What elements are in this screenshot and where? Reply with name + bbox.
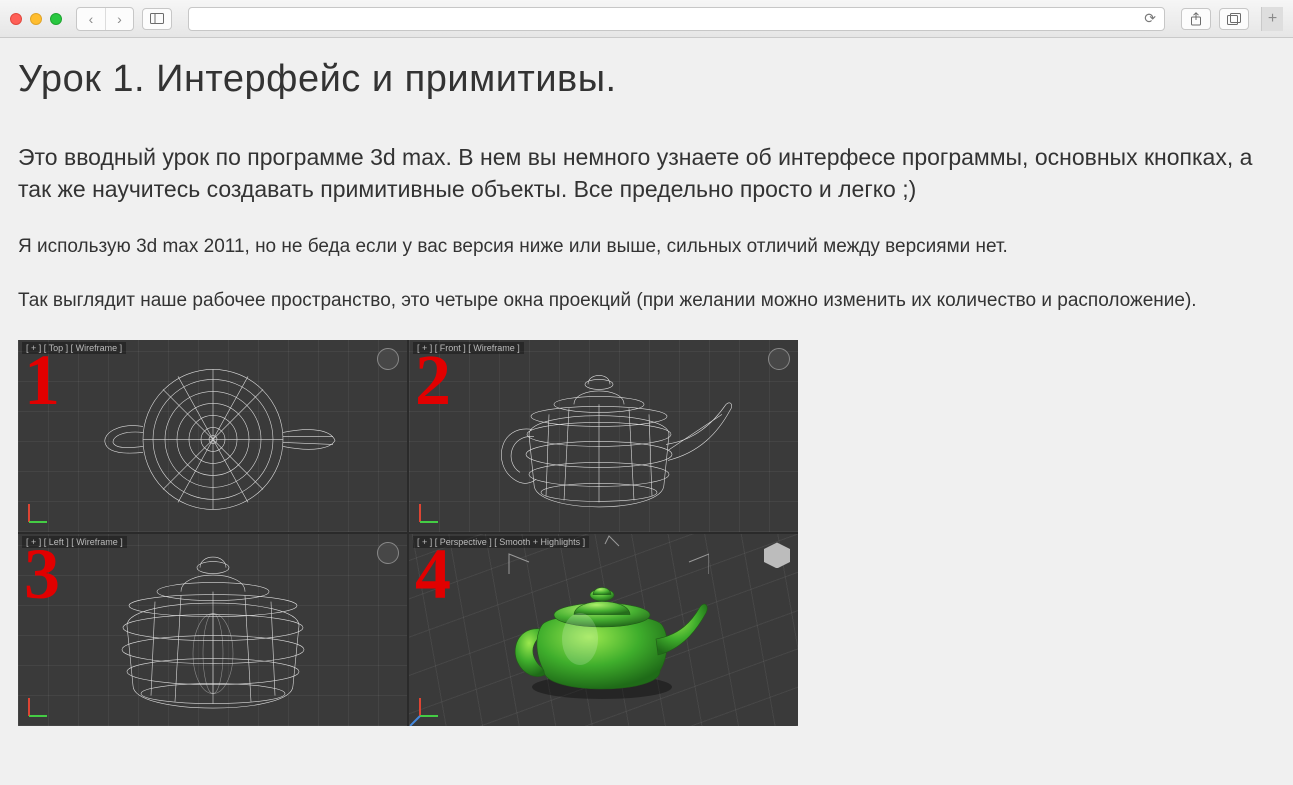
- nav-history-group: ‹ ›: [76, 7, 134, 31]
- sidebar-icon: [150, 13, 164, 24]
- viewport-label: [ + ] [ Top ] [ Wireframe ]: [22, 342, 126, 354]
- browser-toolbar: ‹ › ⟳ +: [0, 0, 1293, 38]
- reload-icon[interactable]: ⟳: [1144, 10, 1156, 27]
- teapot-left-wireframe: [73, 544, 353, 724]
- page-content: Урок 1. Интерфейс и примитивы. Это вводн…: [0, 38, 1293, 785]
- address-bar[interactable]: ⟳: [188, 7, 1165, 31]
- paragraph-1: Я использую 3d max 2011, но не беда если…: [18, 233, 1275, 261]
- viewport-front: [ + ] [ Front ] [ Wireframe ] 2: [409, 340, 798, 532]
- back-button[interactable]: ‹: [77, 8, 105, 30]
- axis-gizmo-icon: [24, 690, 54, 720]
- teapot-top-wireframe: [83, 355, 343, 525]
- maximize-window-button[interactable]: [50, 13, 62, 25]
- viewport-label: [ + ] [ Perspective ] [ Smooth + Highlig…: [413, 536, 589, 548]
- viewport-left: [ + ] [ Left ] [ Wireframe ] 3: [18, 534, 407, 726]
- viewport-top: [ + ] [ Top ] [ Wireframe ] 1: [18, 340, 407, 532]
- axis-gizmo-icon: [415, 690, 445, 720]
- axis-gizmo-icon: [415, 496, 445, 526]
- page-title: Урок 1. Интерфейс и примитивы.: [18, 58, 1275, 101]
- viewport-shade-icon: [377, 348, 399, 370]
- new-tab-button[interactable]: +: [1261, 7, 1283, 31]
- viewport-label: [ + ] [ Front ] [ Wireframe ]: [413, 342, 524, 354]
- intro-paragraph: Это вводный урок по программе 3d max. В …: [18, 141, 1275, 205]
- viewcube-icon: [764, 542, 790, 568]
- axis-gizmo-icon: [24, 496, 54, 526]
- tabs-button[interactable]: [1219, 8, 1249, 30]
- share-icon: [1190, 12, 1202, 26]
- tabs-icon: [1227, 13, 1241, 25]
- viewport-label: [ + ] [ Left ] [ Wireframe ]: [22, 536, 127, 548]
- window-controls: [10, 13, 62, 25]
- viewport-perspective: [ + ] [ Perspective ] [ Smooth + Highlig…: [409, 534, 798, 726]
- sidebar-toggle-button[interactable]: [142, 8, 172, 30]
- viewport-shade-icon: [377, 542, 399, 564]
- forward-button[interactable]: ›: [105, 8, 133, 30]
- paragraph-2: Так выглядит наше рабочее пространство, …: [18, 287, 1275, 315]
- viewports-image: [ + ] [ Top ] [ Wireframe ] 1: [18, 340, 798, 726]
- close-window-button[interactable]: [10, 13, 22, 25]
- teapot-front-wireframe: [454, 355, 754, 525]
- viewport-shade-icon: [768, 348, 790, 370]
- teapot-shaded: [494, 559, 714, 709]
- share-button[interactable]: [1181, 8, 1211, 30]
- minimize-window-button[interactable]: [30, 13, 42, 25]
